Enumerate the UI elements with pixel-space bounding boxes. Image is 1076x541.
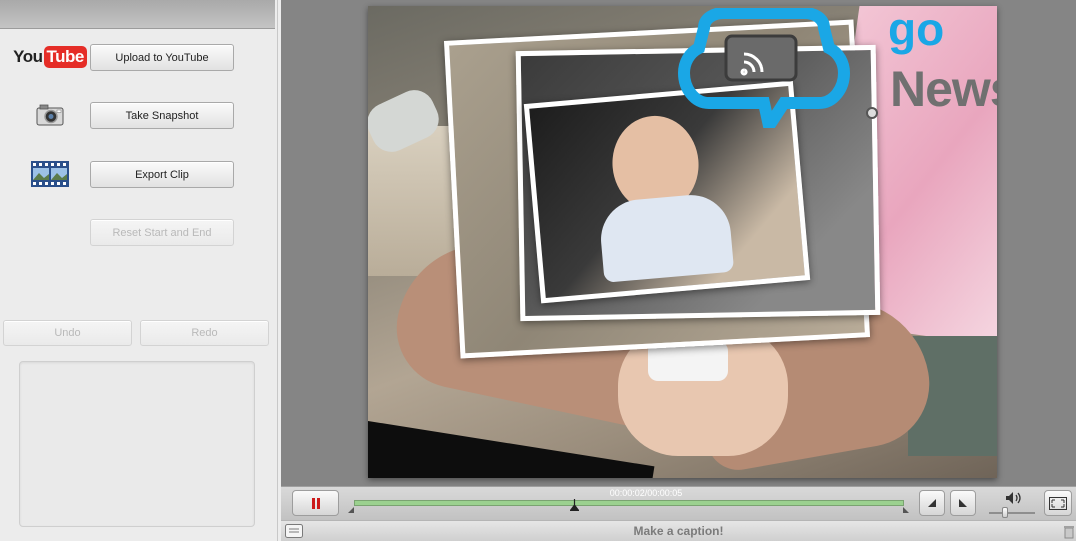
take-snapshot-button[interactable]: Take Snapshot [90,102,234,129]
trash-icon[interactable] [1064,525,1074,539]
upload-to-youtube-button[interactable]: Upload to YouTube [90,44,234,71]
youtube-logo-tube: Tube [43,46,87,68]
resize-handle-icon[interactable] [866,107,878,119]
video-frame[interactable]: go News [368,6,997,478]
timecode: 00:00:02/00:00:05 [609,488,683,498]
watermark-go: go [888,6,945,55]
timeline-track[interactable] [354,500,904,506]
youtube-logo: You Tube [13,42,87,72]
pause-icon [311,497,320,509]
previous-frame-button[interactable] [919,490,945,516]
preview-panel [19,361,255,527]
caption-placeholder[interactable]: Make a caption! [281,524,1076,538]
youtube-logo-you: You [13,47,43,66]
volume-icon[interactable] [1004,491,1024,505]
caption-bar[interactable]: Make a caption! [281,520,1076,541]
next-frame-icon [959,499,967,507]
watermark-icon [677,7,851,142]
sidebar: You Tube Upload to YouTube Take Snapshot … [0,0,278,541]
fullscreen-icon [1049,496,1067,510]
fullscreen-button[interactable] [1044,490,1072,516]
film-strip-icon [22,159,78,189]
export-clip-button[interactable]: Export Clip [90,161,234,188]
previous-frame-icon [928,499,936,507]
end-marker-icon[interactable] [903,507,909,513]
player-controls: 00:00:02/00:00:05 [281,486,1076,520]
playhead-icon[interactable] [569,499,579,511]
volume-knob[interactable] [1002,507,1009,518]
pause-button[interactable] [292,490,339,516]
start-marker-icon[interactable] [348,507,354,513]
reset-start-end-button[interactable]: Reset Start and End [90,219,234,246]
next-frame-button[interactable] [950,490,976,516]
sidebar-header [0,0,275,29]
watermark [664,7,874,142]
camera-icon [22,100,78,130]
undo-button[interactable]: Undo [3,320,132,346]
watermark-news: News [890,61,997,117]
volume-slider[interactable] [989,512,1035,514]
redo-button[interactable]: Redo [140,320,269,346]
